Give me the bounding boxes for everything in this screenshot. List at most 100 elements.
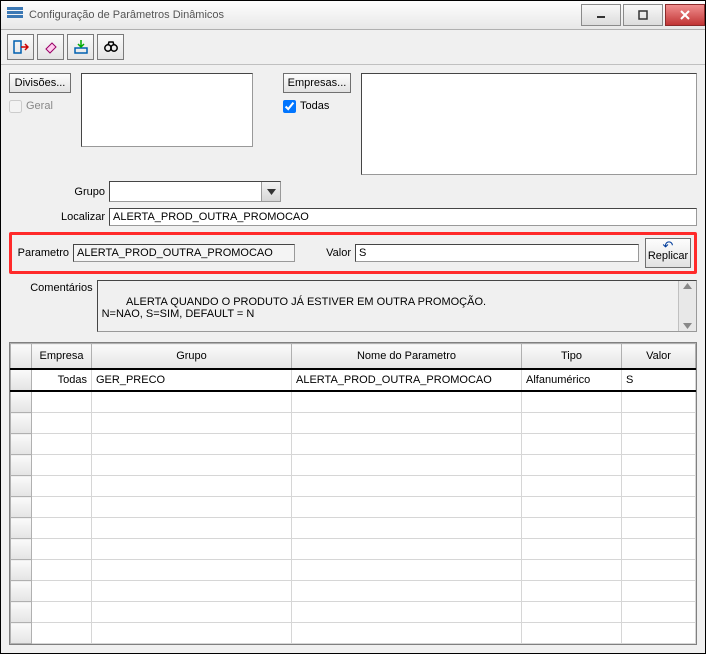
localizar-input[interactable] xyxy=(109,208,697,226)
cell-empresa[interactable] xyxy=(32,623,92,644)
cell-empresa[interactable]: Todas xyxy=(32,369,92,391)
cell-tipo[interactable] xyxy=(522,434,622,455)
cell-nome[interactable] xyxy=(292,518,522,539)
clear-button[interactable] xyxy=(37,34,64,60)
table-row[interactable] xyxy=(11,413,696,434)
table-row[interactable] xyxy=(11,455,696,476)
comentarios-textarea[interactable]: ALERTA QUANDO O PRODUTO JÁ ESTIVER EM OU… xyxy=(97,280,697,332)
divisoes-list[interactable] xyxy=(81,73,253,147)
table-row[interactable] xyxy=(11,434,696,455)
cell-nome[interactable] xyxy=(292,560,522,581)
title-bar[interactable]: Configuração de Parâmetros Dinâmicos xyxy=(1,1,705,30)
cell-tipo[interactable] xyxy=(522,602,622,623)
cell-empresa[interactable] xyxy=(32,434,92,455)
cell-grupo[interactable] xyxy=(92,518,292,539)
cell-empresa[interactable] xyxy=(32,455,92,476)
scrollbar[interactable] xyxy=(678,281,696,331)
cell-tipo[interactable] xyxy=(522,560,622,581)
cell-valor[interactable] xyxy=(622,391,696,413)
cell-valor[interactable] xyxy=(622,560,696,581)
cell-tipo[interactable] xyxy=(522,413,622,434)
grupo-select[interactable] xyxy=(109,181,281,202)
cell-grupo[interactable] xyxy=(92,560,292,581)
table-row[interactable] xyxy=(11,391,696,413)
col-grupo[interactable]: Grupo xyxy=(92,344,292,370)
maximize-button[interactable] xyxy=(623,4,663,26)
cell-grupo[interactable] xyxy=(92,413,292,434)
cell-grupo[interactable] xyxy=(92,623,292,644)
cell-nome[interactable] xyxy=(292,434,522,455)
cell-grupo[interactable] xyxy=(92,539,292,560)
minimize-button[interactable] xyxy=(581,4,621,26)
cell-tipo[interactable] xyxy=(522,455,622,476)
cell-empresa[interactable] xyxy=(32,581,92,602)
cell-tipo[interactable] xyxy=(522,539,622,560)
cell-valor[interactable] xyxy=(622,434,696,455)
cell-tipo[interactable] xyxy=(522,581,622,602)
cell-valor[interactable] xyxy=(622,518,696,539)
cell-empresa[interactable] xyxy=(32,476,92,497)
cell-valor[interactable] xyxy=(622,623,696,644)
cell-tipo[interactable]: Alfanumérico xyxy=(522,369,622,391)
cell-tipo[interactable] xyxy=(522,497,622,518)
search-button[interactable] xyxy=(97,34,124,60)
table-row[interactable]: TodasGER_PRECOALERTA_PROD_OUTRA_PROMOCAO… xyxy=(11,369,696,391)
close-button[interactable] xyxy=(665,4,705,26)
col-empresa[interactable]: Empresa xyxy=(32,344,92,370)
table-row[interactable] xyxy=(11,602,696,623)
import-button[interactable] xyxy=(67,34,94,60)
cell-nome[interactable] xyxy=(292,455,522,476)
todas-checkbox[interactable]: Todas xyxy=(283,97,353,115)
cell-valor[interactable] xyxy=(622,476,696,497)
cell-nome[interactable] xyxy=(292,476,522,497)
cell-tipo[interactable] xyxy=(522,391,622,413)
valor-input[interactable] xyxy=(355,244,639,262)
cell-tipo[interactable] xyxy=(522,518,622,539)
cell-nome[interactable]: ALERTA_PROD_OUTRA_PROMOCAO xyxy=(292,369,522,391)
parameters-grid[interactable]: Empresa Grupo Nome do Parametro Tipo Val… xyxy=(9,342,697,645)
cell-empresa[interactable] xyxy=(32,413,92,434)
cell-valor[interactable] xyxy=(622,602,696,623)
table-row[interactable] xyxy=(11,581,696,602)
cell-grupo[interactable]: GER_PRECO xyxy=(92,369,292,391)
table-row[interactable] xyxy=(11,476,696,497)
col-valor[interactable]: Valor xyxy=(622,344,696,370)
cell-valor[interactable] xyxy=(622,497,696,518)
cell-grupo[interactable] xyxy=(92,602,292,623)
replicar-button[interactable]: ↶ Replicar xyxy=(645,238,691,268)
cell-empresa[interactable] xyxy=(32,602,92,623)
cell-tipo[interactable] xyxy=(522,623,622,644)
table-row[interactable] xyxy=(11,560,696,581)
scroll-down-icon[interactable] xyxy=(683,323,692,329)
cell-valor[interactable] xyxy=(622,413,696,434)
col-nome[interactable]: Nome do Parametro xyxy=(292,344,522,370)
col-tipo[interactable]: Tipo xyxy=(522,344,622,370)
cell-grupo[interactable] xyxy=(92,497,292,518)
cell-grupo[interactable] xyxy=(92,391,292,413)
cell-valor[interactable]: S xyxy=(622,369,696,391)
table-row[interactable] xyxy=(11,623,696,644)
scroll-up-icon[interactable] xyxy=(683,283,692,289)
empresas-button[interactable]: Empresas... xyxy=(283,73,351,93)
cell-nome[interactable] xyxy=(292,413,522,434)
cell-valor[interactable] xyxy=(622,455,696,476)
cell-nome[interactable] xyxy=(292,539,522,560)
cell-nome[interactable] xyxy=(292,602,522,623)
exit-button[interactable] xyxy=(7,34,34,60)
cell-grupo[interactable] xyxy=(92,581,292,602)
cell-empresa[interactable] xyxy=(32,539,92,560)
cell-grupo[interactable] xyxy=(92,434,292,455)
cell-empresa[interactable] xyxy=(32,391,92,413)
chevron-down-icon[interactable] xyxy=(261,182,280,201)
cell-valor[interactable] xyxy=(622,539,696,560)
cell-nome[interactable] xyxy=(292,581,522,602)
table-row[interactable] xyxy=(11,518,696,539)
cell-grupo[interactable] xyxy=(92,455,292,476)
cell-grupo[interactable] xyxy=(92,476,292,497)
todas-checkbox-input[interactable] xyxy=(283,100,296,113)
cell-nome[interactable] xyxy=(292,623,522,644)
table-row[interactable] xyxy=(11,497,696,518)
cell-empresa[interactable] xyxy=(32,497,92,518)
divisoes-button[interactable]: Divisões... xyxy=(9,73,71,93)
cell-tipo[interactable] xyxy=(522,476,622,497)
